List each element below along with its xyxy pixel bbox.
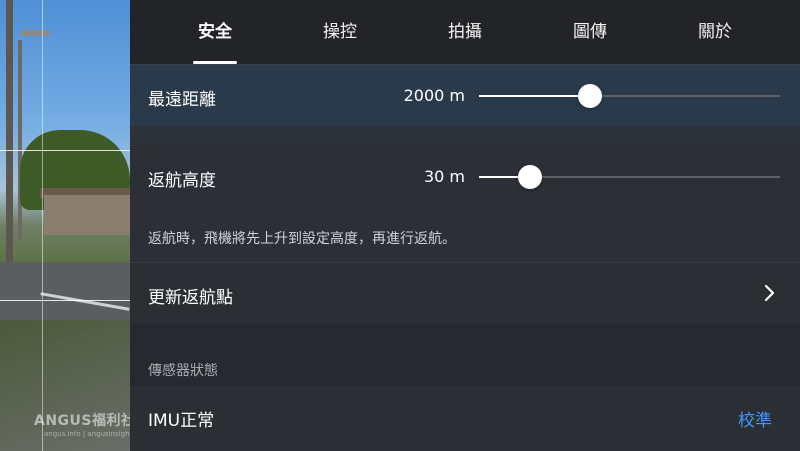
imu-row: IMU正常 校準 [130,386,800,451]
max-distance-slider-fill [479,95,590,97]
settings-panel: 安全 操控 拍攝 圖傳 關於 最遠距離 2000 m 返航高度 30 m 返航時… [130,0,800,451]
house [44,195,130,235]
rth-altitude-value: 30 m [423,167,465,186]
grid-line-bottom [0,300,130,301]
max-distance-value: 2000 m [403,86,465,105]
rth-altitude-slider[interactable] [479,165,780,189]
tab-safety[interactable]: 安全 [165,0,265,64]
rth-altitude-label: 返航高度 [148,171,216,191]
max-distance-label: 最遠距離 [148,90,216,110]
camera-preview: ANGUS福利社 angus.info | angusinsights.com [0,0,130,451]
rth-altitude-slider-thumb[interactable] [518,165,542,189]
tab-about[interactable]: 關於 [665,0,765,64]
street-lamp [20,30,50,36]
max-distance-row: 最遠距離 2000 m [130,64,800,127]
chevron-right-icon [764,284,775,302]
rth-altitude-row: 返航高度 30 m 返航時，飛機將先上升到設定高度，再進行返航。 [130,144,800,262]
watermark-logo: ANGUS福利社 [34,413,130,429]
watermark-subtext: angus.info | angusinsights.com [44,430,130,438]
tab-camera[interactable]: 拍攝 [415,0,515,64]
rth-altitude-description: 返航時，飛機將先上升到設定高度，再進行返航。 [148,231,456,247]
tab-bar: 安全 操控 拍攝 圖傳 關於 [130,0,800,64]
grid-line-top [0,150,130,151]
calibrate-button[interactable]: 校準 [738,406,772,431]
sensor-status-section: 傳感器狀態 [130,324,800,386]
sensor-status-title: 傳感器狀態 [148,363,218,379]
tab-transmission[interactable]: 圖傳 [540,0,640,64]
max-distance-slider-thumb[interactable] [578,84,602,108]
max-distance-slider[interactable] [479,84,780,108]
grid-line-vertical [42,0,43,451]
update-home-point-label: 更新返航點 [148,288,233,308]
update-home-point-row[interactable]: 更新返航點 [130,262,800,325]
tab-control[interactable]: 操控 [290,0,390,64]
utility-pole-secondary [18,40,22,240]
section-spacer [130,126,800,144]
imu-status-label: IMU正常 [148,411,215,431]
